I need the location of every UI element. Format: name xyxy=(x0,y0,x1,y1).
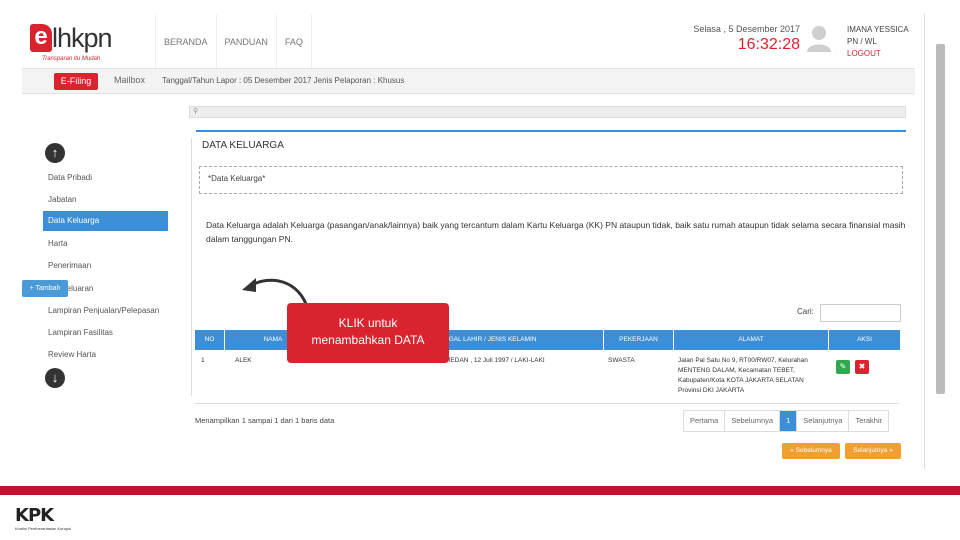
page-title: DATA KELUARGA xyxy=(202,140,284,151)
arrow-down-icon[interactable]: ↓ xyxy=(45,368,65,388)
search-icon: ⚲ xyxy=(193,108,199,115)
report-info: Tanggal/Tahun Lapor : 05 Desember 2017 J… xyxy=(162,76,405,85)
vertical-scrollbar[interactable] xyxy=(936,44,945,394)
pencil-icon[interactable]: ✎ xyxy=(836,360,850,374)
user-name: IMANA YESSICA xyxy=(847,25,909,34)
user-role: PN / WL xyxy=(847,37,877,46)
note-text: *Data Keluarga* xyxy=(208,174,266,183)
alamat-line: Provinsi DKI JAKARTA xyxy=(678,387,745,394)
showing-info: Menampilkan 1 sampai 1 dari 1 baris data xyxy=(195,416,335,425)
page-last[interactable]: Terakhir xyxy=(849,411,888,431)
sidebar-item-harta[interactable]: Harta xyxy=(43,234,168,254)
callout-line: KLIK untuk xyxy=(338,316,398,330)
alamat-line: Kabupaten/Kota KOTA JAKARTA SELATAN xyxy=(678,377,804,384)
sidebar-item-data-keluarga[interactable]: Data Keluarga xyxy=(43,211,168,231)
current-date: Selasa , 5 Desember 2017 xyxy=(693,24,800,34)
next-step-button[interactable]: Selanjutnya » xyxy=(845,443,901,459)
callout-box: KLIK untuk menambahkan DATA xyxy=(287,303,449,363)
footer-red-bar xyxy=(0,486,960,495)
user-avatar-icon xyxy=(806,24,832,52)
user-info: IMANA YESSICA PN / WL LOGOUT xyxy=(847,24,917,60)
col-pekerjaan: PEKERJAAN xyxy=(604,330,674,350)
note-box: *Data Keluarga* xyxy=(199,166,903,194)
alamat-line: Jalan Pal Satu No 9, RT00/RW07, Keluraha… xyxy=(678,357,808,364)
pagination: Pertama Sebelumnya 1 Selanjutnya Terakhi… xyxy=(683,410,890,432)
col-alamat: ALAMAT xyxy=(674,330,829,350)
sidebar-item-jabatan[interactable]: Jabatan xyxy=(43,190,168,210)
col-aksi: AKSI xyxy=(857,336,872,343)
page-1[interactable]: 1 xyxy=(780,411,798,431)
logo-word: lhkpn xyxy=(52,23,113,53)
current-time: 16:32:28 xyxy=(737,36,800,53)
cell-ttl: MEDAN , 12 Juli 1997 / LAKI-LAKI xyxy=(445,357,545,364)
page-next[interactable]: Selanjutnya xyxy=(797,411,850,431)
sidebar-item-lampiran-fasilitas[interactable]: Lampiran Fasilitas xyxy=(43,323,168,343)
top-search-strip[interactable]: ⚲ xyxy=(189,106,906,118)
search-label: Cari: xyxy=(797,307,814,316)
nav-beranda[interactable]: BERANDA xyxy=(155,14,216,68)
cell-nama: ALEK xyxy=(235,357,252,364)
info-text: Data Keluarga adalah Keluarga (pasangan/… xyxy=(206,220,906,244)
datetime: Selasa , 5 Desember 2017 16:32:28 xyxy=(662,24,800,54)
cell-pekerjaan: SWASTA xyxy=(608,357,635,364)
kpk-brand: KPK xyxy=(15,505,54,526)
sidebar-item-review-harta[interactable]: Review Harta xyxy=(43,345,168,365)
top-header: e lhkpn Transparan itu Mudah BERANDA PAN… xyxy=(22,14,915,68)
mailbox-link[interactable]: Mailbox xyxy=(114,75,145,85)
page-first[interactable]: Pertama xyxy=(684,411,726,431)
cell-no: 1 xyxy=(201,357,205,364)
alamat-line: MENTENG DALAM, Kecamatan TEBET, xyxy=(678,367,795,374)
page-prev[interactable]: Sebelumnya xyxy=(725,411,781,431)
logo-mark: e xyxy=(30,24,52,52)
nav-panduan[interactable]: PANDUAN xyxy=(215,14,276,68)
add-button[interactable]: + Tambah xyxy=(22,280,68,297)
sidebar-item-penerimaan[interactable]: Penerimaan xyxy=(43,256,168,276)
arrow-up-icon[interactable]: ↑ xyxy=(45,143,65,163)
callout-line: menambahkan DATA xyxy=(311,333,425,347)
search-input[interactable] xyxy=(820,304,901,322)
sidebar-item-lampiran-penjualan[interactable]: Lampiran Penjualan/Pelepasan xyxy=(43,301,168,321)
lhkpn-logo[interactable]: e lhkpn Transparan itu Mudah xyxy=(30,24,140,70)
cell-alamat: Jalan Pal Satu No 9, RT00/RW07, Keluraha… xyxy=(678,356,828,396)
col-no: NO xyxy=(195,330,225,350)
kpk-logo: KPK Komisi Pemberantasan Korupsi xyxy=(15,505,95,533)
previous-step-button[interactable]: « Sebelumnya xyxy=(782,443,840,459)
logout-link[interactable]: LOGOUT xyxy=(847,48,917,60)
trash-icon[interactable]: ✖ xyxy=(855,360,869,374)
sidebar-item-data-pribadi[interactable]: Data Pribadi xyxy=(43,168,168,188)
kpk-subtitle: Komisi Pemberantasan Korupsi xyxy=(15,526,72,531)
sub-header: E-Filing Mailbox Tanggal/Tahun Lapor : 0… xyxy=(22,68,915,94)
logo-tagline: Transparan itu Mudah xyxy=(42,56,101,62)
top-nav: BERANDA PANDUAN FAQ xyxy=(155,14,312,68)
efiling-button[interactable]: E-Filing xyxy=(54,73,98,90)
sidebar: ↑ Data Pribadi Jabatan Data Keluarga Har… xyxy=(40,138,192,396)
nav-faq[interactable]: FAQ xyxy=(275,14,312,68)
